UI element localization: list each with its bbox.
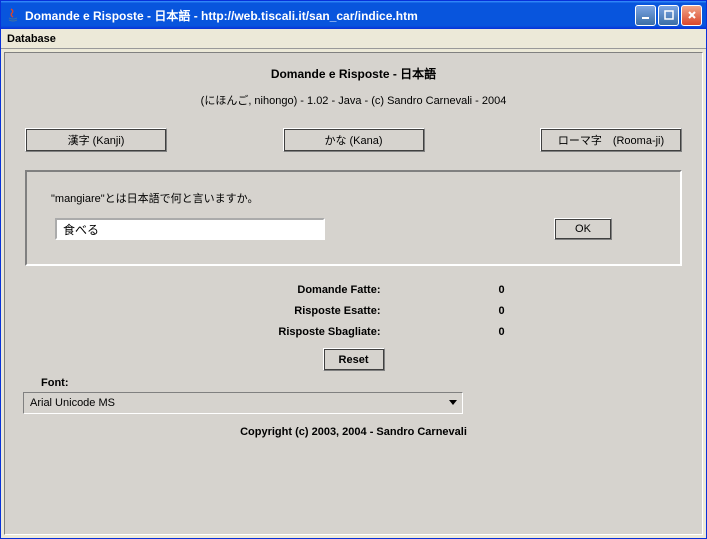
font-combobox-value: Arial Unicode MS (24, 397, 444, 409)
main-panel: Domande e Risposte - 日本語 (にほんご, nihongo)… (4, 52, 703, 535)
maximize-button[interactable] (658, 5, 679, 26)
java-app-icon (5, 7, 21, 23)
menubar: Database (1, 29, 706, 49)
question-answer-panel: "mangiare"とは日本語で何と言いますか。 OK (25, 170, 682, 266)
font-combobox[interactable]: Arial Unicode MS (23, 392, 463, 414)
window-controls (635, 5, 702, 26)
question-text: "mangiare"とは日本語で何と言いますか。 (51, 190, 658, 206)
ok-button[interactable]: OK (554, 218, 612, 240)
stat-domande-fatte: Domande Fatte: 0 (109, 284, 599, 296)
close-button[interactable] (681, 5, 702, 26)
stat-value: 0 (399, 326, 599, 338)
font-label: Font: (41, 377, 678, 389)
page-title: Domande e Risposte - 日本語 (15, 65, 692, 82)
page-subtitle: (にほんご, nihongo) - 1.02 - Java - (c) Sand… (15, 92, 692, 108)
minimize-button[interactable] (635, 5, 656, 26)
stat-label: Risposte Esatte: (109, 305, 399, 317)
reset-button[interactable]: Reset (323, 348, 385, 371)
answer-input[interactable] (55, 218, 325, 240)
kana-button-label: かな (Kana) (324, 132, 382, 148)
ok-button-label: OK (575, 223, 591, 235)
stat-value: 0 (399, 305, 599, 317)
reset-row: Reset (15, 348, 692, 371)
stat-risposte-esatte: Risposte Esatte: 0 (109, 305, 599, 317)
stat-value: 0 (399, 284, 599, 296)
titlebar: Domande e Risposte - 日本語 - http://web.ti… (1, 1, 706, 29)
kana-button[interactable]: かな (Kana) (283, 128, 425, 152)
reset-button-label: Reset (339, 354, 369, 366)
window-title: Domande e Risposte - 日本語 - http://web.ti… (25, 7, 635, 24)
stat-label: Domande Fatte: (109, 284, 399, 296)
kanji-button[interactable]: 漢字 (Kanji) (25, 128, 167, 152)
menu-database[interactable]: Database (7, 33, 56, 45)
stat-label: Risposte Sbagliate: (109, 326, 399, 338)
copyright-text: Copyright (c) 2003, 2004 - Sandro Carnev… (15, 426, 692, 438)
font-section: Font: Arial Unicode MS (29, 377, 678, 414)
app-window: Domande e Risposte - 日本語 - http://web.ti… (0, 0, 707, 539)
mode-button-row: 漢字 (Kanji) かな (Kana) ローマ字 (Rooma-ji) (25, 128, 682, 152)
roomaji-button-label: ローマ字 (Rooma-ji) (558, 132, 664, 148)
stat-risposte-sbagliate: Risposte Sbagliate: 0 (109, 326, 599, 338)
chevron-down-icon (444, 393, 462, 413)
answer-row: OK (49, 218, 658, 240)
stats-section: Domande Fatte: 0 Risposte Esatte: 0 Risp… (15, 284, 692, 338)
roomaji-button[interactable]: ローマ字 (Rooma-ji) (540, 128, 682, 152)
kanji-button-label: 漢字 (Kanji) (68, 132, 125, 148)
